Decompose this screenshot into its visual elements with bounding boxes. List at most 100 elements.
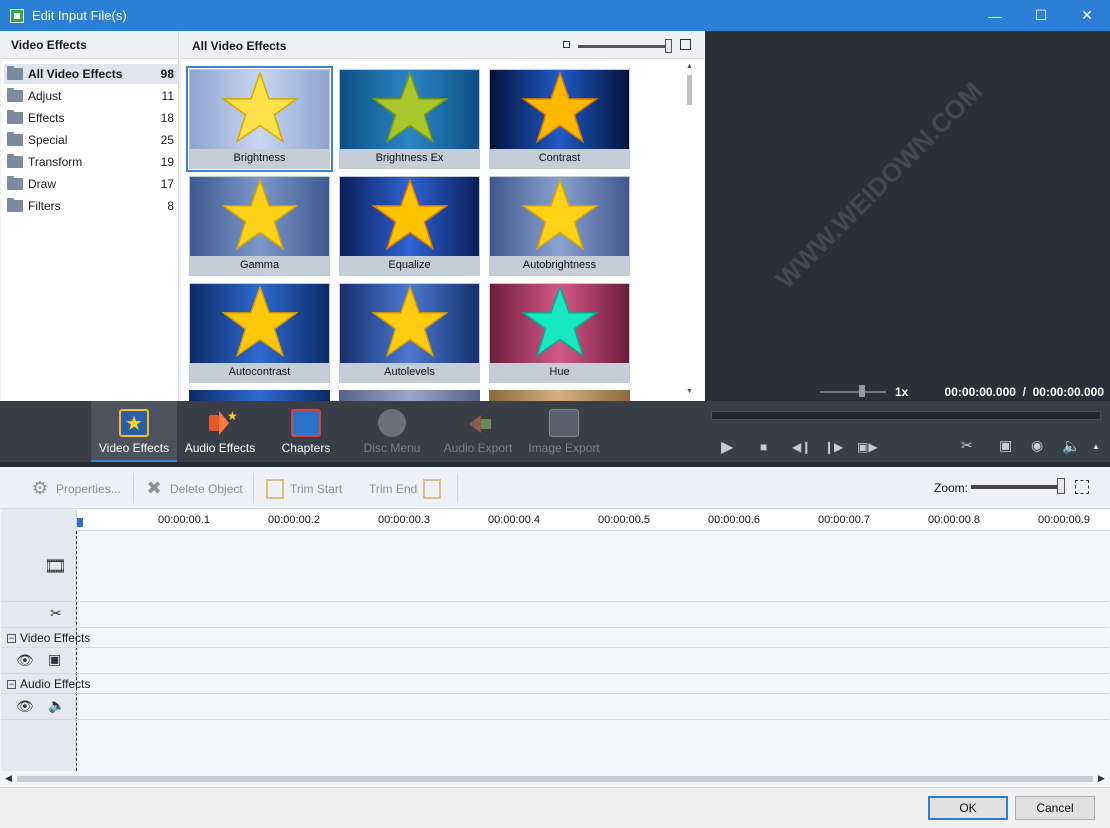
scroll-left-icon[interactable]: ◀ [5, 773, 12, 784]
eye-icon[interactable]: 👁 [16, 698, 34, 715]
folder-icon [7, 88, 23, 102]
effect-tile-brightness-ex[interactable]: Brightness Ex [339, 69, 480, 169]
category-item-effects[interactable]: Effects 18 [4, 108, 178, 128]
scroll-up-icon[interactable]: ▲ [684, 63, 695, 70]
zoom-slider-thumb[interactable] [1057, 478, 1065, 494]
category-item-transform[interactable]: Transform 19 [4, 152, 178, 172]
category-name: Adjust [28, 89, 62, 103]
separator [457, 473, 458, 503]
audio-effect-track-icon: 🔈 [48, 697, 66, 713]
track-divider [1, 719, 1109, 720]
action-toolbar: ⚙ Properties... ✖ Delete Object Trim Sta… [0, 467, 1110, 509]
scissors-icon[interactable]: ✂ [961, 437, 973, 454]
trim-end-button[interactable]: Trim End [369, 479, 442, 499]
main-toolbar: Video Effects ★ Audio Effects Chapters D… [0, 401, 1110, 467]
thumbnail-large-icon[interactable] [680, 39, 691, 50]
advance-icon[interactable]: ▣▶ [857, 440, 878, 454]
folder-icon [7, 110, 23, 124]
playhead-line [76, 531, 77, 771]
properties-button[interactable]: ⚙ Properties... [30, 479, 121, 499]
chapters-icon [291, 409, 321, 437]
image-export-icon [549, 409, 579, 437]
category-item-adjust[interactable]: Adjust 11 [4, 86, 178, 106]
ok-button[interactable]: OK [928, 796, 1008, 820]
category-name: Transform [28, 155, 83, 169]
disc-menu-icon [378, 409, 406, 437]
effect-tile-partial[interactable] [489, 390, 630, 401]
stop-icon[interactable]: ■ [760, 440, 767, 454]
folder-icon [7, 198, 23, 212]
eye-icon[interactable]: 👁 [16, 652, 34, 669]
star-icon [222, 70, 298, 144]
playback-speed-slider[interactable] [820, 391, 886, 393]
effect-tile-equalize[interactable]: Equalize [339, 176, 480, 276]
effect-tile-label: Hue [490, 363, 629, 382]
next-frame-icon[interactable]: ❙▶ [824, 440, 843, 454]
cancel-button[interactable]: Cancel [1015, 796, 1095, 820]
effect-tile-autobrightness[interactable]: Autobrightness [489, 176, 630, 276]
timeline-horizontal-scrollbar[interactable]: ◀ ▶ [1, 771, 1109, 787]
tab-chapters[interactable]: Chapters [263, 401, 349, 462]
effect-tile-gamma[interactable]: Gamma [189, 176, 330, 276]
effect-tile-hue[interactable]: Hue [489, 283, 630, 383]
thumbnail-small-icon[interactable] [563, 41, 570, 48]
tab-video-effects[interactable]: Video Effects [91, 401, 177, 462]
scrollbar-thumb[interactable] [687, 75, 692, 105]
trim-start-button[interactable]: Trim Start [266, 479, 342, 499]
preview-status-bar: 1x 00:00:00.000 / 00:00:00.000 [705, 381, 1110, 401]
category-item-all-video-effects[interactable]: All Video Effects 98 [4, 64, 178, 84]
category-name: All Video Effects [28, 67, 123, 81]
effect-tile-label: Autolevels [340, 363, 479, 382]
preview-time: 00:00:00.000 / 00:00:00.000 [944, 385, 1104, 399]
video-effects-track-header[interactable]: − Video Effects [7, 631, 90, 645]
effect-tile-partial[interactable] [339, 390, 480, 401]
playback-speed-slider-thumb[interactable] [859, 385, 865, 397]
category-item-filters[interactable]: Filters 8 [4, 196, 178, 216]
scrollbar-thumb[interactable] [17, 776, 1093, 782]
scroll-right-icon[interactable]: ▶ [1098, 773, 1105, 784]
folder-icon [7, 132, 23, 146]
previous-frame-icon[interactable]: ◀❙ [792, 440, 811, 454]
tab-disc-menu[interactable]: Disc Menu [349, 401, 435, 462]
tab-audio-effects[interactable]: ★ Audio Effects [177, 401, 263, 462]
timeline-ruler[interactable]: 00:00:00.1 00:00:00.2 00:00:00.3 00:00:0… [77, 509, 1110, 531]
effect-tile-partial[interactable] [189, 390, 330, 401]
minimize-button[interactable]: — [972, 0, 1018, 31]
effect-tile-autolevels[interactable]: Autolevels [339, 283, 480, 383]
delete-object-button[interactable]: ✖ Delete Object [144, 479, 243, 499]
effect-tile-label: Gamma [190, 256, 329, 275]
category-name: Effects [28, 111, 65, 125]
close-button[interactable]: ✕ [1064, 0, 1110, 31]
category-name: Filters [28, 199, 61, 213]
thumbnail-size-slider-thumb[interactable] [665, 39, 672, 53]
snapshot-icon[interactable]: ◉ [1031, 437, 1043, 454]
maximize-button[interactable]: ☐ [1018, 0, 1064, 31]
effect-tile-contrast[interactable]: Contrast [489, 69, 630, 169]
audio-effects-track-header[interactable]: − Audio Effects [7, 677, 91, 691]
effect-tile-autocontrast[interactable]: Autocontrast [189, 283, 330, 383]
zoom-slider[interactable] [971, 485, 1063, 489]
tab-image-export[interactable]: Image Export [521, 401, 607, 462]
tab-audio-export[interactable]: Audio Export [435, 401, 521, 462]
star-icon [372, 284, 448, 358]
volume-icon[interactable]: 🔈 [1062, 437, 1081, 455]
playhead[interactable] [77, 518, 83, 527]
effect-tile-label: Equalize [340, 256, 479, 275]
volume-menu-arrow-icon[interactable]: ▲ [1092, 442, 1100, 451]
zoom-fit-icon[interactable] [1075, 480, 1089, 494]
category-item-special[interactable]: Special 25 [4, 130, 178, 150]
video-preview: 1x 00:00:00.000 / 00:00:00.000 [705, 31, 1110, 401]
tab-label: Audio Export [443, 441, 513, 455]
collapse-icon[interactable]: − [7, 633, 16, 643]
thumbnail-size-slider[interactable] [578, 45, 670, 48]
effect-tile-brightness[interactable]: Brightness [186, 66, 333, 172]
delete-label: Delete Object [170, 482, 243, 496]
preview-seek-bar[interactable] [711, 411, 1101, 420]
effects-grid-scrollbar[interactable]: ▲ ▼ [684, 61, 695, 401]
play-icon[interactable]: ▶ [721, 437, 733, 457]
fullscreen-icon[interactable]: ▣ [999, 437, 1012, 454]
category-item-draw[interactable]: Draw 17 [4, 174, 178, 194]
scroll-down-icon[interactable]: ▼ [684, 388, 695, 395]
track-divider [1, 627, 1109, 628]
collapse-icon[interactable]: − [7, 679, 16, 689]
